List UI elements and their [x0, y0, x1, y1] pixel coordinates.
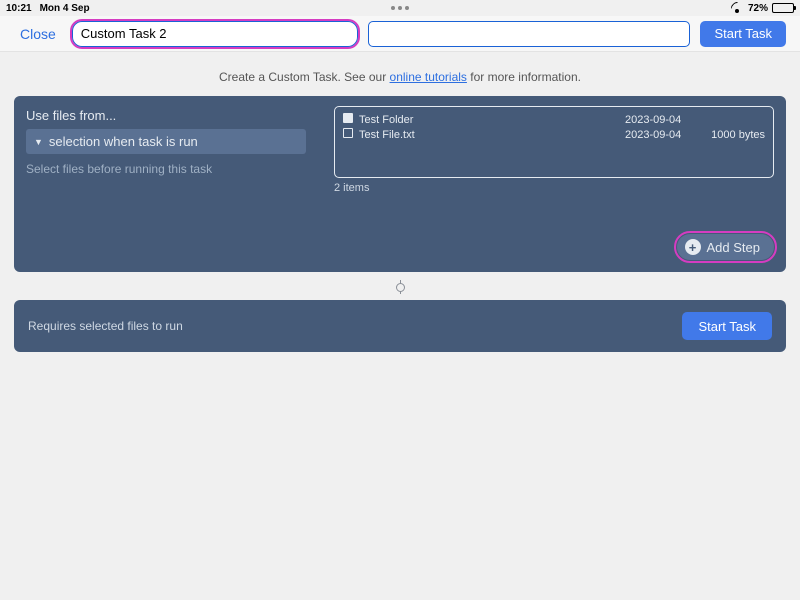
status-date: Mon 4 Sep [40, 3, 90, 14]
chevron-down-icon: ▼ [34, 137, 43, 147]
footer-text: Requires selected files to run [28, 319, 183, 333]
tutorials-link[interactable]: online tutorials [390, 70, 467, 84]
info-suffix: for more information. [467, 70, 581, 84]
add-step-button[interactable]: + Add Step [677, 234, 775, 260]
file-name: Test Folder [359, 113, 619, 128]
task-name-input[interactable] [72, 21, 358, 47]
file-date: 2023-09-04 [625, 113, 695, 128]
footer-panel: Requires selected files to run Start Tas… [14, 300, 786, 352]
wifi-icon [730, 3, 744, 13]
nav-bar: Close Start Task [0, 16, 800, 52]
connector-node-icon [396, 283, 405, 292]
plus-circle-icon: + [685, 239, 701, 255]
start-task-button-top[interactable]: Start Task [700, 21, 786, 47]
dropdown-label: selection when task is run [49, 134, 198, 149]
secondary-input[interactable] [368, 21, 691, 47]
files-panel: Use files from... ▼ selection when task … [14, 96, 786, 272]
battery-percent: 72% [748, 3, 768, 14]
list-item[interactable]: Test File.txt 2023-09-04 1000 bytes [343, 128, 765, 143]
file-list[interactable]: Test Folder 2023-09-04 Test File.txt 202… [334, 106, 774, 178]
file-source-dropdown[interactable]: ▼ selection when task is run [26, 129, 306, 154]
item-count: 2 items [334, 182, 369, 194]
info-text: Create a Custom Task. See our online tut… [0, 52, 800, 96]
close-button[interactable]: Close [14, 26, 62, 42]
file-date: 2023-09-04 [625, 128, 695, 143]
start-task-button-bottom[interactable]: Start Task [682, 312, 772, 340]
step-connector [0, 280, 800, 294]
folder-icon [343, 113, 353, 123]
file-name: Test File.txt [359, 128, 619, 143]
file-icon [343, 128, 353, 138]
file-size: 1000 bytes [701, 128, 765, 143]
list-item[interactable]: Test Folder 2023-09-04 [343, 113, 765, 128]
status-bar: 10:21 Mon 4 Sep 72% [0, 0, 800, 16]
file-size [701, 113, 765, 128]
multitask-dots-icon[interactable] [391, 6, 409, 10]
info-prefix: Create a Custom Task. See our [219, 70, 390, 84]
status-time: 10:21 [6, 3, 32, 14]
battery-icon [772, 3, 794, 13]
add-step-label: Add Step [707, 240, 761, 255]
